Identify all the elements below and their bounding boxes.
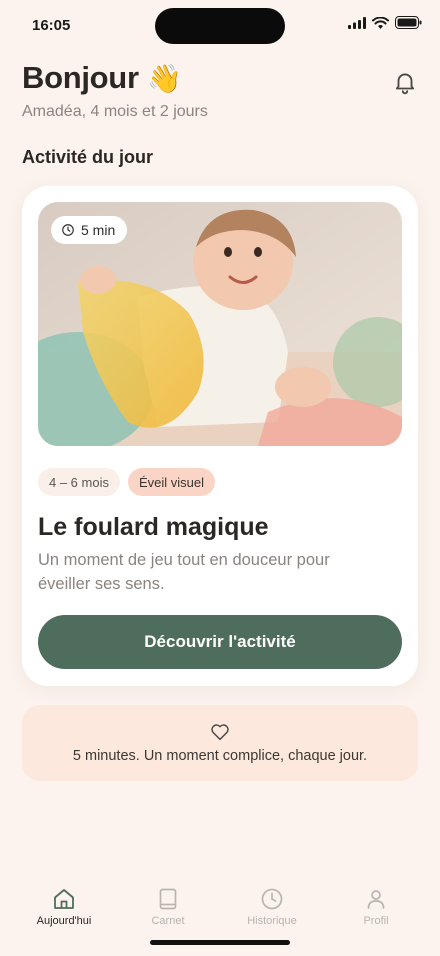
tab-label: Historique <box>247 915 297 927</box>
bell-icon <box>395 73 415 95</box>
activity-card[interactable]: 5 min 4 – 6 mois Éveil visuel Le foulard… <box>22 186 418 686</box>
quote-text: 5 minutes. Un moment complice, chaque jo… <box>72 748 368 764</box>
tab-label: Profil <box>363 915 389 927</box>
category-tag: Éveil visuel <box>127 468 216 496</box>
status-bar: 16:05 <box>0 0 440 54</box>
wave-emoji: 👋 <box>147 63 182 94</box>
greeting-heading: Bonjour 👋 <box>22 60 182 96</box>
clock-icon <box>261 888 283 910</box>
baby-age-subtitle: Amadéa, 4 mois et 2 jours <box>22 103 208 120</box>
status-icons <box>348 16 422 29</box>
tab-label: Aujourd'hui <box>36 915 92 927</box>
duration-label: 5 min <box>81 222 116 238</box>
dynamic-island <box>155 8 285 44</box>
notifications-button[interactable] <box>392 69 418 95</box>
tab-history[interactable]: Historique <box>222 880 322 927</box>
activity-tags: 4 – 6 mois Éveil visuel <box>38 468 216 496</box>
tab-profile[interactable]: Profil <box>326 880 426 927</box>
tab-bar: Aujourd'hui Carnet Historique Profil <box>0 880 440 940</box>
home-indicator <box>150 940 290 945</box>
duration-badge: 5 min <box>51 216 128 244</box>
status-time: 16:05 <box>32 17 71 34</box>
tab-label: Carnet <box>151 915 185 927</box>
activity-photo: 5 min <box>38 202 402 446</box>
discover-activity-button[interactable]: Découvrir l'activité <box>38 615 402 669</box>
greeting-text: Bonjour <box>22 60 139 95</box>
tab-carnet[interactable]: Carnet <box>118 880 218 927</box>
activity-title: Le foulard magique <box>38 513 269 541</box>
signal-icon <box>348 16 366 29</box>
wifi-icon <box>372 16 389 29</box>
age-tag: 4 – 6 mois <box>38 468 120 496</box>
tab-today[interactable]: Aujourd'hui <box>14 880 114 927</box>
heart-icon <box>211 724 229 741</box>
section-title: Activité du jour <box>22 147 154 167</box>
activity-description: Un moment de jeu tout en douceur pour év… <box>38 551 330 593</box>
user-icon <box>367 890 385 909</box>
daily-quote-banner: 5 minutes. Un moment complice, chaque jo… <box>22 705 418 781</box>
home-icon <box>54 889 74 909</box>
clock-icon <box>62 224 74 236</box>
battery-icon <box>395 16 422 29</box>
book-icon <box>159 888 177 910</box>
